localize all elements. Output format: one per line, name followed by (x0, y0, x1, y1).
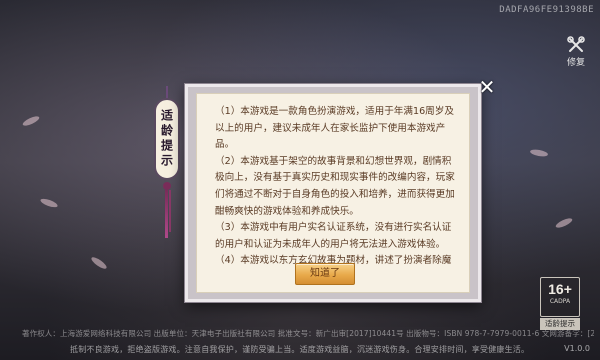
repair-button[interactable]: 修复 (564, 36, 588, 68)
wrench-icon (567, 36, 585, 52)
tag-plaque: 适龄提示 (154, 98, 180, 180)
age-tip-tag: 适龄提示 (150, 86, 184, 238)
notice-scroll-area[interactable]: （1）本游戏是一款角色扮演游戏，适用于年满16周岁及以上的用户，建议未成年人在家… (215, 104, 457, 266)
health-advisory: 抵制不良游戏，拒绝盗版游戏。注意自我保护，谨防受骗上当。适度游戏益脑，沉迷游戏伤… (70, 345, 530, 354)
age-rating-badge: 16+ CADPA (540, 277, 580, 317)
age-rating-org: CADPA (549, 298, 571, 305)
tag-title: 适龄提示 (159, 109, 174, 169)
tag-tassel (169, 190, 171, 232)
notice-paragraph: （1）本游戏是一款角色扮演游戏，适用于年满16周岁及以上的用户，建议未成年人在家… (215, 106, 454, 151)
copyright-line: 著作权人：上海游爱网络科技有限公司 出版单位：天津电子出版社有限公司 批准文号：… (22, 329, 594, 338)
notice-paragraph: （2）本游戏基于架空的故事背景和幻想世界观，剧情积极向上，没有基于真实历史和现实… (215, 155, 455, 217)
tag-tassel (165, 190, 168, 238)
close-icon[interactable]: ✕ (476, 77, 498, 99)
version-label: V1.0.0 (564, 344, 590, 353)
tag-knot (163, 182, 171, 190)
notice-paragraph: （3）本游戏中有用户实名认证系统，没有进行实名认证的用户和认证为未成年人的用户将… (215, 222, 452, 250)
age-rating-number: 16+ (548, 281, 572, 297)
device-id: DADFA96FE91398BE (499, 5, 594, 15)
repair-label: 修复 (566, 58, 585, 68)
confirm-button[interactable]: 知道了 (295, 263, 355, 285)
